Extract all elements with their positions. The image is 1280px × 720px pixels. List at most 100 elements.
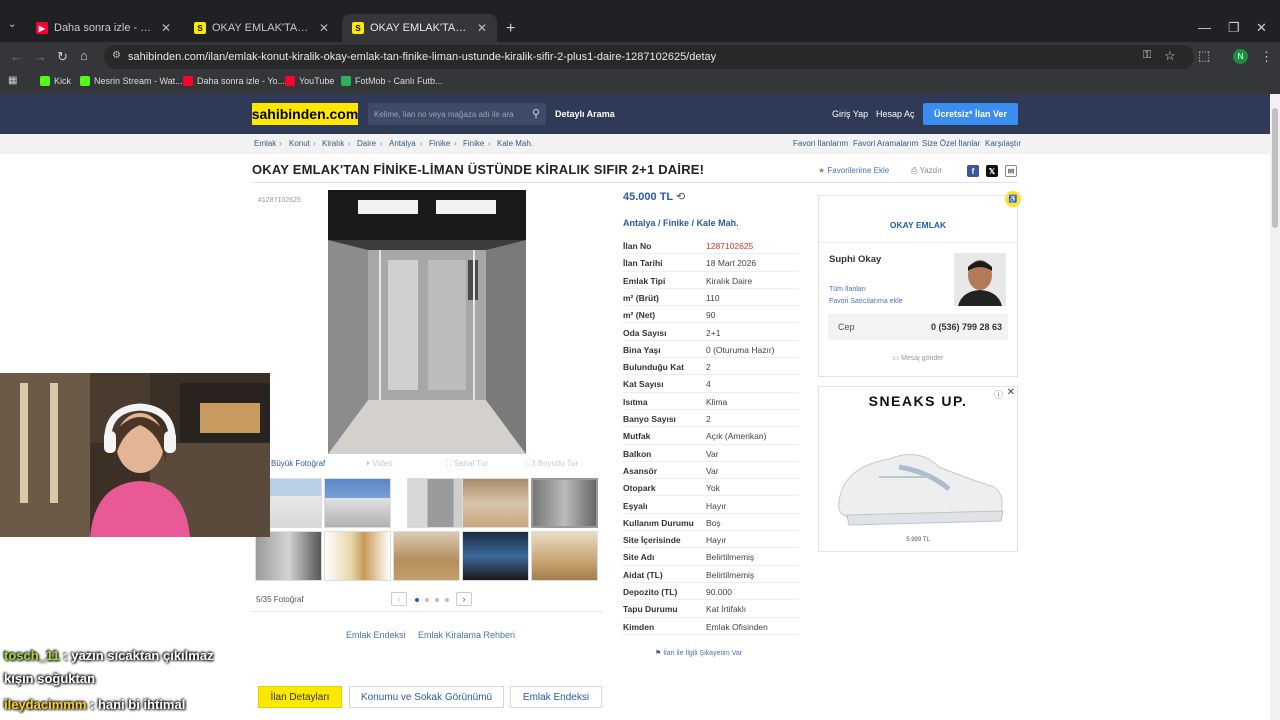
bookmark-watch-later[interactable]: Daha sonra izle - Yo...	[183, 76, 285, 86]
bookmark-star-icon[interactable]: ☆	[1164, 48, 1176, 64]
post-ad-button[interactable]: Ücretsiz* İlan Ver	[923, 103, 1018, 125]
prev-photo-button[interactable]: ‹	[391, 592, 407, 606]
pager-dot[interactable]	[415, 598, 419, 602]
new-tab-button[interactable]: +	[506, 20, 515, 38]
photo-thumbnail-selected[interactable]	[531, 478, 598, 528]
ad-close-icon[interactable]: ✕	[1007, 387, 1015, 398]
add-favorite-seller-link[interactable]: Favori Satıcılarıma ekle	[829, 298, 903, 305]
location-neighborhood[interactable]: Kale Mah.	[697, 218, 739, 228]
browser-tab-listing-1[interactable]: S OKAY EMLAK'TAN FİNİKE-LİMAN ✕	[184, 14, 339, 42]
url-text: sahibinden.com/ilan/emlak-konut-kiralik-…	[128, 51, 717, 63]
extensions-icon[interactable]: ⬚	[1198, 48, 1210, 64]
restore-icon[interactable]: ❐	[1228, 20, 1240, 36]
store-name[interactable]: OKAY EMLAK	[819, 220, 1017, 230]
main-photo[interactable]	[328, 190, 526, 454]
login-link[interactable]: Giriş Yap	[832, 109, 868, 119]
menu-kebab-icon[interactable]: ⋮	[1260, 49, 1273, 65]
minimize-icon[interactable]: —	[1198, 20, 1211, 35]
location-district[interactable]: Finike	[663, 218, 689, 228]
browser-tab-youtube[interactable]: ▶ Daha sonra izle - YouTube ✕	[26, 14, 181, 42]
price-history-icon[interactable]: ⟲	[676, 191, 685, 203]
tab-search-icon[interactable]: ⌄	[8, 19, 20, 31]
youtube-icon: ▶	[36, 22, 48, 34]
sponsored-ad[interactable]: SNEAKS UP. ⓘ ✕ 5.999 TL	[818, 386, 1018, 552]
close-tab-icon[interactable]: ✕	[477, 21, 487, 35]
add-favorite-link[interactable]: ★ Favorilerime Ekle	[818, 166, 889, 175]
photo-thumbnail[interactable]	[531, 531, 598, 581]
breadcrumb-item[interactable]: Antalya	[389, 139, 416, 148]
seller-photo	[954, 253, 1006, 306]
tab-real-estate-index[interactable]: Emlak Endeksi	[510, 686, 602, 708]
breadcrumb-item[interactable]: Emlak	[254, 139, 276, 148]
register-link[interactable]: Hesap Aç	[876, 109, 915, 119]
close-tab-icon[interactable]: ✕	[161, 21, 171, 35]
photo-thumbnail[interactable]	[393, 531, 460, 581]
chat-text: kışın soğuktan	[4, 671, 96, 686]
tab-listing-details[interactable]: İlan Detayları	[258, 686, 342, 708]
photo-thumbnail[interactable]	[324, 531, 391, 581]
pager-dot[interactable]	[435, 598, 439, 602]
breadcrumb-item[interactable]: Konut	[289, 139, 310, 148]
bookmark-fotmob[interactable]: FotMob - Canlı Futb...	[341, 76, 443, 86]
breadcrumb-item[interactable]: Finike	[463, 139, 484, 148]
real-estate-index-link[interactable]: Emlak Endeksi	[346, 630, 406, 640]
tab-large-photo[interactable]: Büyük Fotoğraf	[271, 459, 325, 468]
breadcrumb-item[interactable]: Finike	[429, 139, 450, 148]
special-ads-link[interactable]: Size Özel İlanlar	[922, 139, 980, 148]
phone-box[interactable]: Cep 0 (536) 799 28 63	[828, 314, 1008, 340]
breadcrumb-item[interactable]: Daire	[357, 139, 376, 148]
close-tab-icon[interactable]: ✕	[319, 21, 329, 35]
phone-number[interactable]: 0 (536) 799 28 63	[931, 322, 1002, 332]
detail-label: Site Adı	[623, 552, 655, 563]
facebook-icon[interactable]: f	[967, 165, 979, 177]
browser-tab-listing-2[interactable]: S OKAY EMLAK'TAN FİNİKE-LİMAN ✕	[342, 14, 497, 42]
accessibility-badge-icon[interactable]: ♿	[1005, 191, 1021, 207]
report-listing-link[interactable]: ⚑ İlan ile İlgili Şikayetim Var	[655, 649, 742, 657]
search-icon[interactable]: ⚲	[532, 107, 540, 120]
close-window-icon[interactable]: ✕	[1256, 20, 1267, 36]
bookmark-youtube[interactable]: YouTube	[285, 76, 334, 86]
tab-virtual-tour[interactable]: ⛶ Sanal Tur	[446, 459, 488, 469]
password-key-icon[interactable]: ⚿	[1143, 49, 1151, 62]
photo-thumbnail[interactable]	[255, 531, 322, 581]
page-scrollbar[interactable]	[1270, 94, 1280, 720]
breadcrumb-item[interactable]: Kiralık	[322, 139, 344, 148]
tab-3d-tour[interactable]: ⌂ 3 Boyutlu Tur	[524, 459, 578, 468]
photo-thumbnail[interactable]	[462, 478, 529, 528]
ad-info-icon[interactable]: ⓘ	[994, 388, 1003, 401]
next-photo-button[interactable]: ›	[456, 592, 472, 606]
tab-location-street-view[interactable]: Konumu ve Sokak Görünümü	[349, 686, 504, 708]
apps-grid-icon[interactable]: ▦	[8, 75, 17, 86]
back-icon[interactable]: ←	[10, 49, 23, 64]
forward-icon[interactable]: →	[34, 49, 47, 64]
site-info-icon[interactable]: ⚙	[112, 50, 121, 61]
all-ads-link[interactable]: Tüm İlanları	[829, 286, 866, 293]
chat-message: kışın soğuktan	[4, 671, 95, 686]
site-logo[interactable]: sahibinden.com	[252, 103, 358, 125]
location-city[interactable]: Antalya	[623, 218, 656, 228]
print-link[interactable]: ⎙ Yazdır	[911, 166, 942, 176]
url-input[interactable]: ⚙ sahibinden.com/ilan/emlak-konut-kirali…	[104, 45, 1194, 69]
search-input[interactable]: Kelime, ilan no veya mağaza adı ile ara …	[368, 103, 546, 125]
pager-dot[interactable]	[445, 598, 449, 602]
x-twitter-icon[interactable]: 𝕏	[986, 165, 998, 177]
bookmark-nesrin[interactable]: Nesrin Stream - Wat...	[80, 76, 183, 86]
photo-thumbnail[interactable]	[324, 478, 391, 528]
send-message-link[interactable]: ▭ Mesaj gönder	[819, 354, 1017, 362]
detail-value: 0 (Oturuma Hazır)	[706, 344, 775, 355]
bookmark-kick[interactable]: Kick	[40, 76, 71, 86]
pager-dot[interactable]	[425, 598, 429, 602]
scroll-thumb[interactable]	[1272, 108, 1278, 228]
detailed-search-link[interactable]: Detaylı Arama	[555, 109, 615, 119]
breadcrumb-item[interactable]: Kale Mah.	[497, 139, 533, 148]
reload-icon[interactable]: ↻	[57, 49, 68, 65]
compare-link[interactable]: Karşılaştır	[985, 139, 1021, 148]
tab-video[interactable]: ⏵ Video	[366, 459, 393, 469]
favorite-ads-link[interactable]: Favori İlanlarım	[793, 139, 848, 148]
favorite-searches-link[interactable]: Favori Aramalarım	[853, 139, 918, 148]
email-share-icon[interactable]: ✉	[1005, 165, 1017, 177]
rental-guide-link[interactable]: Emlak Kiralama Rehberi	[418, 630, 515, 640]
profile-avatar[interactable]: N	[1233, 49, 1248, 64]
home-icon[interactable]: ⌂	[80, 48, 88, 63]
photo-thumbnail[interactable]	[462, 531, 529, 581]
